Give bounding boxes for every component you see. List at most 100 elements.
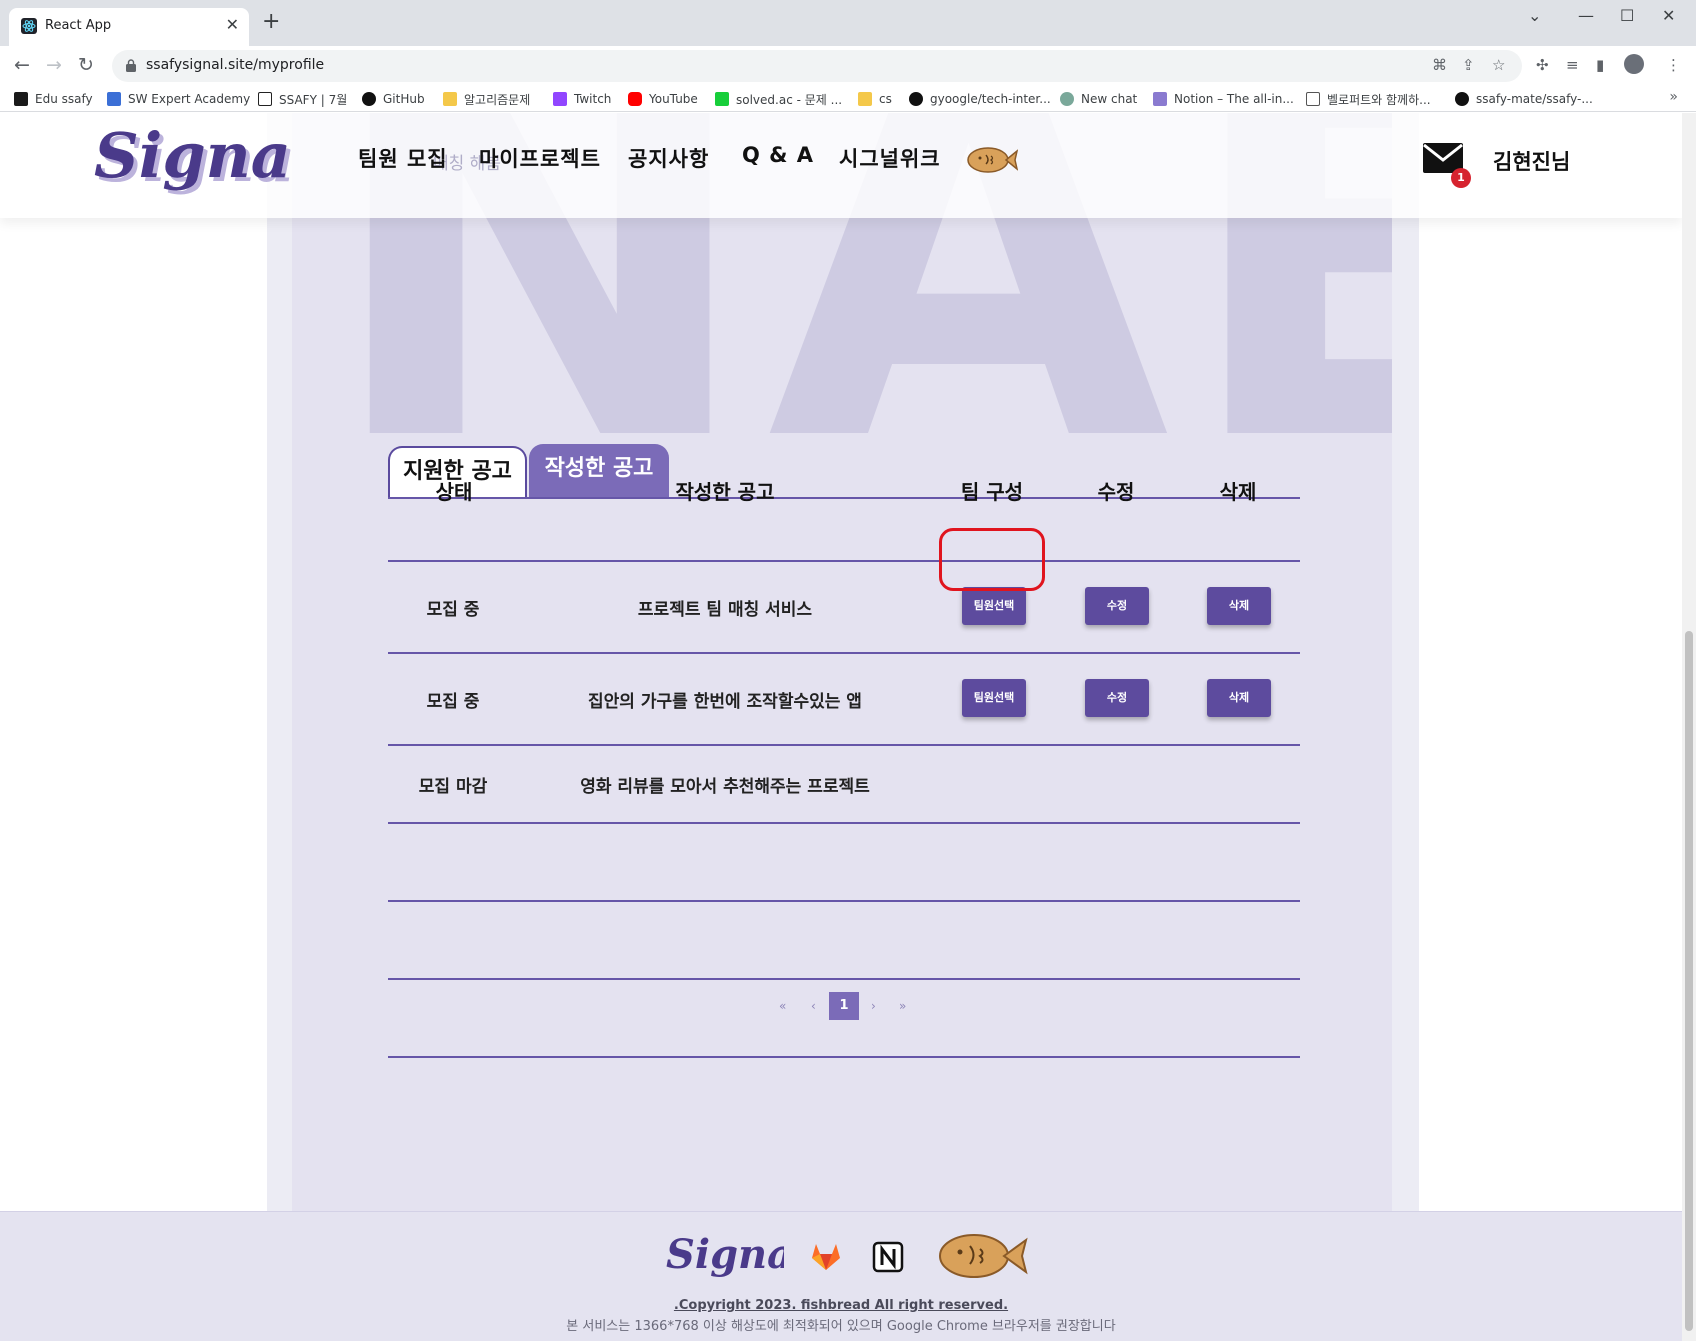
edu-ssafy-icon	[14, 92, 28, 106]
profile-avatar[interactable]	[1624, 54, 1644, 74]
back-icon[interactable]: ←	[14, 54, 30, 76]
lock-icon	[126, 59, 136, 72]
reading-list-icon[interactable]: ≡	[1566, 56, 1579, 74]
github-icon	[909, 92, 923, 106]
row-status: 모집 중	[426, 692, 480, 712]
last-page-button[interactable]: »	[899, 999, 906, 1013]
footer-signal-logo[interactable]: Signal	[664, 1228, 784, 1288]
select-team-button[interactable]: 팀원선택	[962, 587, 1026, 625]
tab-search-icon[interactable]: ⌄	[1528, 6, 1541, 25]
signal-logo[interactable]: Signal Signal	[92, 115, 292, 215]
nav-team-recruit[interactable]: 팀원 모집	[358, 143, 448, 173]
react-icon	[21, 18, 37, 34]
table-divider	[388, 822, 1300, 824]
close-window-icon[interactable]: ✕	[1662, 6, 1675, 25]
side-panel-icon[interactable]: ▮	[1596, 56, 1604, 74]
first-page-button[interactable]: «	[779, 999, 786, 1013]
row-title[interactable]: 프로젝트 팀 매칭 서비스	[540, 595, 910, 620]
bookmark-item[interactable]: gyoogle/tech-inter...	[909, 89, 1051, 109]
bookmark-star-icon[interactable]: ☆	[1492, 56, 1505, 74]
bookmark-item[interactable]: 알고리즘문제	[443, 89, 530, 109]
edit-button[interactable]: 수정	[1085, 587, 1149, 625]
close-tab-icon[interactable]: ✕	[226, 15, 239, 34]
more-bookmarks-icon[interactable]: »	[1669, 89, 1678, 105]
minimize-icon[interactable]: —	[1578, 6, 1594, 25]
twitch-icon	[553, 92, 567, 106]
column-header-delete: 삭제	[1219, 480, 1257, 504]
nav-qna[interactable]: Q & A	[742, 143, 814, 167]
share-icon[interactable]: ⇪	[1462, 56, 1475, 74]
book-icon	[1306, 92, 1320, 106]
row-status: 모집 중	[426, 600, 480, 620]
browser-tab[interactable]: React App ✕	[9, 8, 249, 46]
bookmark-item[interactable]: SW Expert Academy	[107, 89, 250, 109]
fishbread-icon[interactable]	[938, 1232, 1028, 1280]
nav-signal-week[interactable]: 시그널위크	[839, 143, 941, 173]
highlight-annotation	[939, 528, 1045, 591]
reload-icon[interactable]: ↻	[78, 54, 94, 76]
new-tab-icon[interactable]: +	[262, 11, 280, 33]
bookmark-item[interactable]: GitHub	[362, 89, 425, 109]
delete-button[interactable]: 삭제	[1207, 679, 1271, 717]
edit-button[interactable]: 수정	[1085, 679, 1149, 717]
fishbread-icon[interactable]	[966, 145, 1018, 175]
browser-titlebar: React App ✕ + ⌄ — ☐ ✕	[0, 0, 1696, 46]
gitlab-icon[interactable]	[810, 1240, 842, 1272]
page-viewport: NAE 매칭 해봄 Signal Signal 팀원 모집 마이프로젝트 공지사…	[0, 113, 1682, 1341]
bookmark-item[interactable]: Edu ssafy	[14, 89, 93, 109]
bookmark-item[interactable]: Twitch	[553, 89, 611, 109]
column-header-edit: 수정	[1097, 480, 1135, 504]
github-icon	[1455, 92, 1469, 106]
mail-count-badge: 1	[1451, 168, 1471, 188]
row-title[interactable]: 영화 리뷰를 모아서 추천해주는 프로젝트	[540, 772, 910, 797]
user-name[interactable]: 김현진님	[1493, 146, 1570, 176]
url-text: ssafysignal.site/myprofile	[146, 57, 325, 73]
site-header: 매칭 해봄 Signal Signal 팀원 모집 마이프로젝트 공지사항 Q …	[0, 113, 1682, 218]
menu-kebab-icon[interactable]: ⋮	[1666, 56, 1681, 74]
select-team-button[interactable]: 팀원선택	[962, 679, 1026, 717]
profile-panel: NAE	[292, 113, 1392, 1211]
table-divider	[388, 1056, 1300, 1058]
translate-icon[interactable]: ⌘	[1432, 56, 1447, 74]
table-divider	[388, 497, 1300, 499]
browser-toolbar: ← → ↻ ssafysignal.site/myprofile ⌘ ⇪ ☆ ✣…	[0, 46, 1696, 86]
youtube-icon	[628, 92, 642, 106]
table-divider	[388, 978, 1300, 980]
bookmark-item[interactable]: cs	[858, 89, 892, 109]
bookmark-item[interactable]: ssafy-mate/ssafy-...	[1455, 89, 1593, 109]
site-footer: Signal .Copyright 2023. fishbread All ri…	[0, 1211, 1682, 1341]
column-header-status: 상태	[435, 480, 473, 504]
column-header-team: 팀 구성	[960, 480, 1024, 504]
column-header-title: 작성한 공고	[675, 480, 775, 504]
bookmark-item[interactable]: YouTube	[628, 89, 698, 109]
prev-page-button[interactable]: ‹	[811, 999, 816, 1013]
bookmark-item[interactable]: SSAFY | 7월	[258, 89, 347, 109]
solvedac-icon	[715, 92, 729, 106]
row-title[interactable]: 집안의 가구를 한번에 조작할수있는 앱	[540, 687, 910, 712]
bookmark-item[interactable]: solved.ac - 문제 ...	[715, 89, 842, 109]
github-icon	[362, 92, 376, 106]
nav-notice[interactable]: 공지사항	[628, 143, 709, 173]
bookmark-item[interactable]: New chat	[1060, 89, 1137, 109]
folder-icon	[858, 92, 872, 106]
copyright-text: .Copyright 2023. fishbread All right res…	[673, 1298, 1009, 1313]
nav-my-project[interactable]: 마이프로젝트	[479, 143, 601, 173]
bookmark-item[interactable]: Notion – The all-in...	[1153, 89, 1294, 109]
svg-text:Signal: Signal	[666, 1231, 784, 1278]
swea-icon	[107, 92, 121, 106]
scrollbar-thumb[interactable]	[1685, 631, 1693, 1331]
page-scrollbar[interactable]	[1682, 113, 1696, 1341]
notion-icon[interactable]	[872, 1241, 904, 1273]
forward-icon[interactable]: →	[46, 54, 62, 76]
table-divider	[388, 652, 1300, 654]
current-page-button[interactable]: 1	[829, 992, 859, 1020]
folder-icon	[443, 92, 457, 106]
address-bar[interactable]: ssafysignal.site/myprofile ⌘ ⇪ ☆	[112, 50, 1522, 82]
maximize-icon[interactable]: ☐	[1620, 6, 1634, 25]
next-page-button[interactable]: ›	[871, 999, 876, 1013]
notion-bird-icon	[1153, 92, 1167, 106]
bookmark-item[interactable]: 벨로퍼트와 함께하...	[1306, 89, 1431, 109]
delete-button[interactable]: 삭제	[1207, 587, 1271, 625]
extensions-icon[interactable]: ✣	[1536, 56, 1549, 74]
svg-text:Signal: Signal	[94, 119, 292, 192]
